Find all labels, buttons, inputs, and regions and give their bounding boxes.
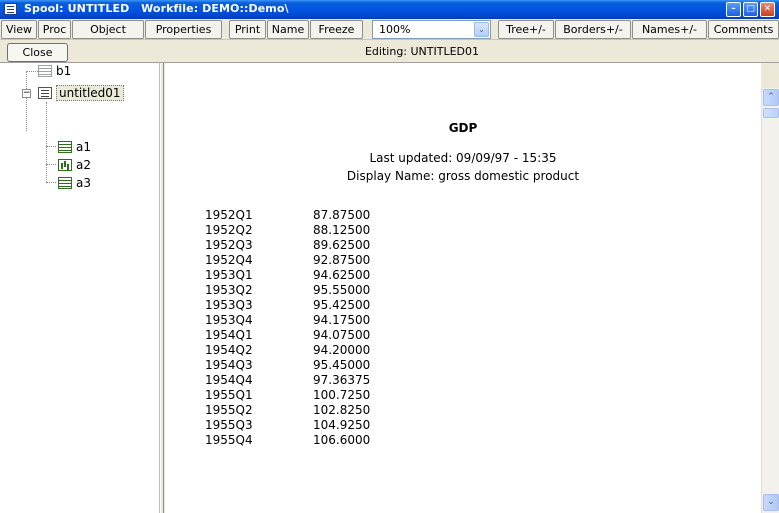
minimize-button[interactable]: – — [726, 2, 741, 17]
tree-item-untitled01[interactable]: untitled01 — [38, 84, 124, 102]
edit-bar: Close Editing: UNTITLED01 — [0, 41, 779, 63]
object-button[interactable]: Object — [72, 20, 144, 39]
period-cell: 1953Q2 — [205, 283, 253, 297]
graph-icon — [58, 159, 72, 171]
window-title: Spool: UNTITLED Workfile: DEMO::Demo\ — [24, 2, 289, 15]
spool-window: Spool: UNTITLED Workfile: DEMO::Demo\ – … — [0, 0, 779, 513]
tree-line — [46, 146, 56, 147]
tree-line — [46, 182, 56, 183]
period-cell: 1952Q2 — [205, 223, 253, 237]
toolbar: View Proc Object Properties Print Name F… — [0, 19, 779, 40]
value-cell: 95.45000 — [313, 358, 371, 372]
table-icon — [58, 177, 72, 189]
value-cell: 88.12500 — [313, 223, 371, 237]
period-cell: 1955Q3 — [205, 418, 253, 432]
maximize-button[interactable]: □ — [743, 2, 758, 17]
pane-splitter[interactable] — [160, 63, 164, 513]
value-cell: 97.36375 — [313, 373, 371, 387]
value-cell: 94.20000 — [313, 343, 371, 357]
value-cell: 94.07500 — [313, 328, 371, 342]
document-title: GDP — [448, 121, 478, 135]
tree-line — [46, 102, 47, 182]
period-cell: 1954Q3 — [205, 358, 253, 372]
period-cell: 1955Q4 — [205, 433, 253, 447]
scroll-thumb[interactable] — [763, 108, 779, 118]
spool-icon — [38, 87, 52, 99]
period-cell: 1954Q1 — [205, 328, 253, 342]
name-button[interactable]: Name — [267, 20, 309, 39]
value-cell: 106.6000 — [313, 433, 371, 447]
period-cell: 1955Q2 — [205, 403, 253, 417]
period-cell: 1954Q4 — [205, 373, 253, 387]
period-cell: 1955Q1 — [205, 388, 253, 402]
zoom-value: 100% — [379, 23, 411, 36]
vertical-scrollbar[interactable]: ⌃ ⌄ — [761, 88, 779, 513]
spool-icon — [4, 3, 17, 15]
period-cell: 1952Q3 — [205, 238, 253, 252]
tree-line — [26, 71, 38, 72]
borders-toggle-button[interactable]: Borders+/- — [555, 20, 631, 39]
print-button[interactable]: Print — [229, 20, 266, 39]
proc-button[interactable]: Proc — [38, 20, 71, 39]
period-cell: 1952Q1 — [205, 208, 253, 222]
tree-item-label: untitled01 — [56, 85, 124, 101]
value-cell: 100.7250 — [313, 388, 371, 402]
collapse-icon[interactable]: − — [22, 89, 31, 98]
freeze-button[interactable]: Freeze — [310, 20, 363, 39]
title-bar[interactable]: Spool: UNTITLED Workfile: DEMO::Demo\ – … — [0, 0, 779, 19]
tree-item-label: a2 — [76, 158, 91, 172]
tree-line — [26, 71, 27, 131]
spool-tree: b1 − untitled01 a1 a2 a3 — [0, 63, 160, 513]
scroll-down-button[interactable]: ⌄ — [763, 494, 779, 511]
scroll-up-button[interactable]: ⌃ — [763, 89, 779, 106]
spool-content: GDP Last updated: 09/09/97 - 15:35 Displ… — [165, 63, 761, 513]
period-cell: 1953Q3 — [205, 298, 253, 312]
display-name-text: Display Name: gross domestic product — [346, 169, 580, 183]
value-cell: 89.62500 — [313, 238, 371, 252]
value-cell: 92.87500 — [313, 253, 371, 267]
value-cell: 104.9250 — [313, 418, 371, 432]
tree-line — [46, 164, 56, 165]
value-cell: 102.8250 — [313, 403, 371, 417]
period-cell: 1952Q4 — [205, 253, 253, 267]
tree-item-label: a1 — [76, 140, 91, 154]
zoom-select[interactable]: 100% ⌄ — [372, 20, 491, 39]
period-cell: 1953Q4 — [205, 313, 253, 327]
tree-item-label: a3 — [76, 176, 91, 190]
comments-toggle-button[interactable]: Comments — [708, 20, 779, 39]
table-icon — [38, 65, 52, 77]
tree-item-b1[interactable]: b1 — [38, 62, 71, 80]
chevron-down-icon[interactable]: ⌄ — [474, 22, 489, 37]
tree-item-a1[interactable]: a1 — [58, 138, 91, 156]
view-button[interactable]: View — [1, 20, 37, 39]
value-cell: 87.87500 — [313, 208, 371, 222]
value-cell: 94.62500 — [313, 268, 371, 282]
table-icon — [58, 141, 72, 153]
tree-item-label: b1 — [56, 64, 72, 78]
close-window-button[interactable]: ✕ — [760, 2, 775, 17]
properties-button[interactable]: Properties — [145, 20, 222, 39]
last-updated-text: Last updated: 09/09/97 - 15:35 — [369, 151, 557, 165]
period-cell: 1954Q2 — [205, 343, 253, 357]
period-cell: 1953Q1 — [205, 268, 253, 282]
tree-item-a3[interactable]: a3 — [58, 174, 91, 192]
editing-label: Editing: UNTITLED01 — [364, 45, 480, 58]
value-cell: 95.55000 — [313, 283, 371, 297]
value-cell: 94.17500 — [313, 313, 371, 327]
value-cell: 95.42500 — [313, 298, 371, 312]
tree-item-a2[interactable]: a2 — [58, 156, 91, 174]
names-toggle-button[interactable]: Names+/- — [632, 20, 707, 39]
tree-toggle-button[interactable]: Tree+/- — [498, 20, 554, 39]
